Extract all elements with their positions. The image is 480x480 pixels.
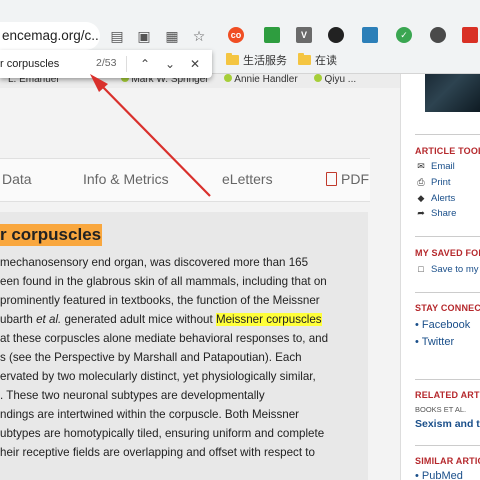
v-extension-icon[interactable]: V	[296, 27, 312, 43]
cover-image[interactable]	[425, 74, 480, 112]
divider	[415, 134, 480, 135]
url-text: encemag.org/c...	[2, 28, 100, 43]
address-bar[interactable]: encemag.org/c...	[0, 22, 100, 50]
article-area: Data Info & Metrics eLetters PDF r corpu…	[0, 88, 400, 480]
divider	[415, 445, 480, 446]
save-to-folder-link[interactable]: □ Save to my	[415, 264, 478, 275]
divider	[415, 292, 480, 293]
saved-folders-heading: MY SAVED FOL	[415, 248, 480, 258]
body-line: ervated by two molecularly distinct, yet…	[0, 370, 316, 383]
share-icon: ➦	[417, 208, 425, 218]
facebook-link[interactable]: • Facebook	[415, 319, 470, 331]
printer-icon: ⎙	[417, 177, 425, 187]
body-line: ubarth et al. generated adult mice witho…	[0, 313, 322, 326]
find-divider	[126, 56, 127, 72]
tool-alerts[interactable]: ◆ Alerts	[415, 193, 456, 204]
find-previous-icon[interactable]: ⌃	[136, 55, 154, 73]
body-line: at these corpuscles alone mediate behavi…	[0, 332, 329, 345]
page: encemag.org/c... ▤ ▣ ▦ ☆ co V ✓ 生活服务 在读 …	[0, 0, 480, 480]
tool-email[interactable]: ✉ Email	[415, 161, 455, 172]
divider	[415, 236, 480, 237]
related-articles-heading: RELATED ARTIC	[415, 390, 480, 400]
article-tabs: Data Info & Metrics eLetters PDF	[0, 158, 370, 202]
article-abstract: r corpuscles mechanosensory end organ, w…	[0, 212, 368, 480]
tab-pdf[interactable]: PDF	[326, 171, 369, 187]
right-sidebar: ARTICLE TOOL ✉ Email ⎙ Print ◆ Alerts ➦ Shar…	[400, 74, 480, 480]
green-extension-icon[interactable]	[264, 27, 280, 43]
folder-icon	[226, 53, 239, 65]
twitter-link[interactable]: • Twitter	[415, 336, 454, 348]
section-heading: r corpuscles	[0, 224, 103, 246]
stay-connected-heading: STAY CONNECT	[415, 303, 480, 313]
folder-icon	[298, 53, 311, 65]
article-tools-heading: ARTICLE TOOL	[415, 146, 480, 156]
author-name[interactable]: Qiyu ...	[324, 74, 356, 85]
screenshot-icon[interactable]: ▣	[134, 26, 154, 46]
related-category: BOOKS ET AL.	[415, 405, 467, 414]
author-name[interactable]: Annie Handler	[234, 74, 297, 85]
body-line: prominently featured in textbooks, the f…	[0, 294, 320, 307]
bookmark-folder-reading[interactable]: 在读	[298, 52, 337, 68]
bell-icon: ◆	[417, 193, 425, 203]
find-input[interactable]	[0, 55, 82, 73]
body-line: heir receptive fields are overlapping an…	[0, 446, 315, 459]
co-extension-icon[interactable]: co	[228, 27, 244, 43]
related-article-link[interactable]: Sexism and th	[415, 418, 480, 430]
orcid-icon[interactable]	[314, 74, 323, 82]
globe-extension-icon[interactable]	[430, 27, 446, 43]
tool-print[interactable]: ⎙ Print	[415, 177, 450, 188]
divider	[415, 379, 480, 380]
red-extension-icon[interactable]	[462, 27, 478, 43]
envelope-icon: ✉	[417, 161, 425, 171]
bookmark-star-icon[interactable]: ☆	[189, 26, 209, 46]
body-line: mechanosensory end organ, was discovered…	[0, 256, 309, 269]
pdf-icon	[326, 172, 337, 186]
tab-eletters[interactable]: eLetters	[222, 171, 273, 187]
find-match-count: 2/53	[96, 57, 117, 69]
search-highlight: Meissner corpuscles	[215, 313, 322, 326]
body-line: een found in the glabrous skin of all ma…	[0, 275, 327, 288]
tool-share[interactable]: ➦ Share	[415, 208, 456, 219]
body-line: ndings are intertwined within the corpus…	[0, 408, 300, 421]
bookmark-folder-life-services[interactable]: 生活服务	[226, 52, 287, 68]
body-line: s (see the Perspective by Marshall and P…	[0, 351, 302, 364]
green-check-extension-icon[interactable]: ✓	[396, 27, 412, 43]
body-line: ubtypes are homotypically tiled, ensurin…	[0, 427, 325, 440]
find-next-icon[interactable]: ⌄	[161, 55, 179, 73]
orcid-icon[interactable]	[224, 74, 233, 82]
pubmed-link[interactable]: • PubMed	[415, 470, 463, 480]
find-bar: 2/53 ⌃ ⌄ ✕	[0, 50, 212, 78]
dark-extension-icon[interactable]	[328, 27, 344, 43]
similar-articles-heading: SIMILAR ARTIC	[415, 456, 480, 466]
body-line: . These two neuronal subtypes are develo…	[0, 389, 265, 402]
read-mode-icon[interactable]: ▤	[107, 26, 127, 46]
tab-info-metrics[interactable]: Info & Metrics	[83, 171, 169, 187]
translate-icon[interactable]: ▦	[162, 26, 182, 46]
folder-icon: □	[418, 264, 424, 274]
find-close-icon[interactable]: ✕	[186, 55, 204, 73]
tab-data[interactable]: Data	[2, 171, 32, 187]
blue-extension-icon[interactable]	[362, 27, 378, 43]
